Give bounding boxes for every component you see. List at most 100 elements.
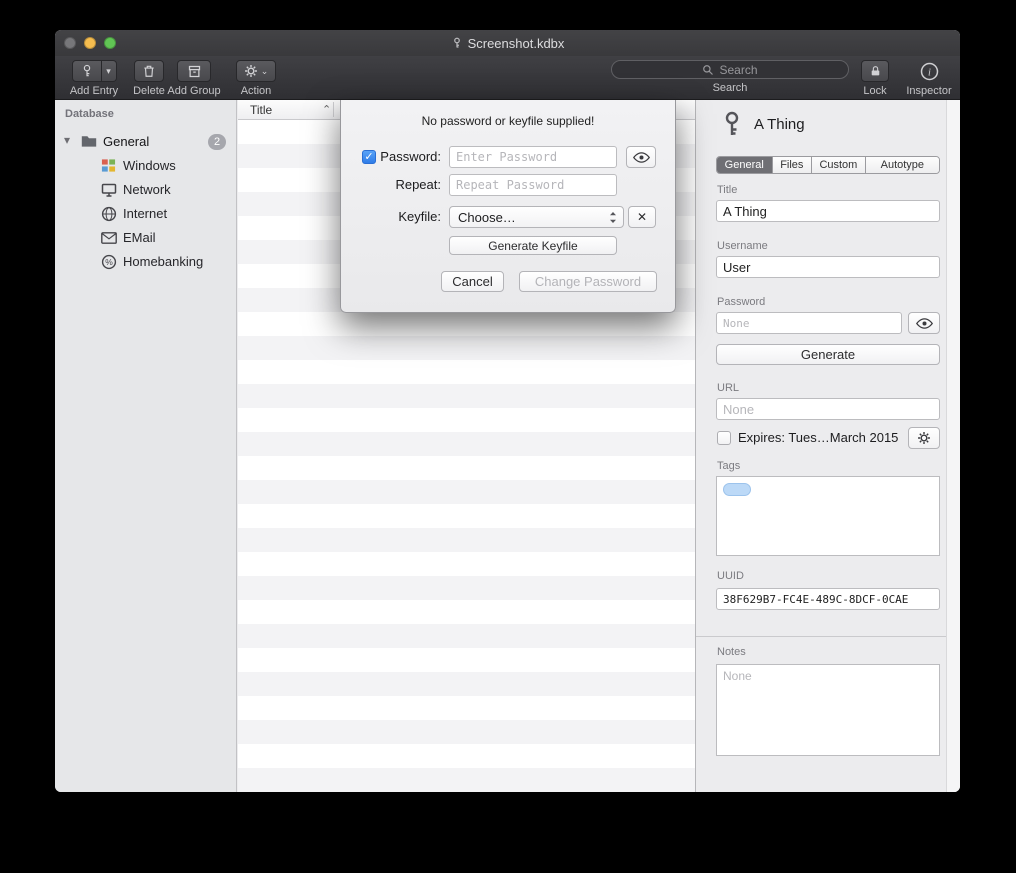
document-icon [451, 37, 463, 49]
add-group-group: Add Group [163, 60, 225, 97]
column-divider[interactable] [333, 102, 334, 117]
sidebar-item-windows[interactable]: Windows [55, 154, 236, 178]
disclosure-triangle-icon[interactable]: ▾ [64, 133, 70, 147]
group-label: Windows [123, 158, 176, 173]
cancel-button-label: Cancel [452, 274, 492, 289]
password-label: Password: [341, 146, 441, 168]
lock-button[interactable] [861, 60, 889, 82]
change-password-button-label: Change Password [535, 274, 641, 289]
search-input[interactable]: Search [611, 60, 849, 79]
delete-button[interactable] [134, 60, 164, 82]
inspector-label: Inspector [901, 85, 957, 97]
title-field[interactable] [716, 200, 940, 222]
column-header-title[interactable]: Title [250, 103, 272, 117]
title-field-label: Title [717, 184, 737, 196]
desktop-background: Screenshot.kdbx ▾ Add Entry [0, 0, 1016, 873]
inspector-scrollbar[interactable] [946, 100, 960, 792]
expires-label: Expires: Tues…March 2015 [738, 430, 898, 445]
close-icon: ✕ [637, 210, 647, 224]
sidebar-item-email[interactable]: EMail [55, 226, 236, 250]
lock-label: Lock [853, 85, 897, 97]
eye-icon [916, 318, 933, 329]
sidebar-item-network[interactable]: Network [55, 178, 236, 202]
group-label: Homebanking [123, 254, 203, 269]
inspector-group: i Inspector [901, 60, 957, 97]
enter-password-field[interactable] [449, 146, 617, 168]
generate-keyfile-button[interactable]: Generate Keyfile [449, 236, 617, 255]
search-placeholder: Search [719, 63, 757, 77]
password-field[interactable] [716, 312, 902, 334]
section-divider [696, 636, 946, 637]
action-group: ⌄ Action [231, 60, 281, 97]
add-entry-dropdown-button[interactable]: ▾ [102, 60, 117, 82]
gear-icon [244, 64, 258, 78]
search-label: Search [611, 82, 849, 94]
show-password-button[interactable] [626, 146, 656, 168]
svg-text:%: % [105, 257, 113, 267]
action-label: Action [231, 85, 281, 97]
zoom-button[interactable] [104, 37, 116, 49]
title-bar[interactable]: Screenshot.kdbx [55, 30, 960, 56]
change-password-sheet: No password or keyfile supplied! ✓ Passw… [340, 100, 676, 313]
tab-files[interactable]: Files [773, 157, 813, 173]
group-label: Internet [123, 206, 167, 221]
keyfile-label: Keyfile: [341, 206, 441, 228]
expires-settings-button[interactable] [908, 427, 940, 449]
entry-title: A Thing [754, 116, 805, 133]
close-button[interactable] [64, 37, 76, 49]
key-icon [80, 64, 94, 78]
change-password-button[interactable]: Change Password [519, 271, 657, 292]
notes-field[interactable] [716, 664, 940, 756]
windows-icon [101, 158, 117, 174]
tab-autotype[interactable]: Autotype [866, 157, 939, 173]
cancel-button[interactable]: Cancel [441, 271, 504, 292]
monitor-icon [101, 182, 117, 198]
toolbar: ▾ Add Entry Delete [55, 56, 960, 100]
sort-ascending-icon: ⌃ [322, 103, 331, 116]
add-group-label: Add Group [163, 85, 225, 97]
keyfile-popup-value: Choose… [458, 210, 516, 225]
lock-icon [869, 64, 882, 78]
lock-group: Lock [853, 60, 897, 97]
info-icon[interactable]: i [920, 62, 939, 81]
sidebar-item-general[interactable]: ▾ General 2 [55, 130, 236, 154]
uuid-field[interactable] [716, 588, 940, 610]
generate-keyfile-label: Generate Keyfile [488, 239, 577, 253]
search-group: Search Search [611, 60, 849, 94]
group-label: Network [123, 182, 171, 197]
envelope-icon [101, 232, 117, 248]
show-password-button[interactable] [908, 312, 940, 334]
action-button[interactable]: ⌄ [236, 60, 276, 82]
username-field[interactable] [716, 256, 940, 278]
add-entry-button[interactable] [72, 60, 102, 82]
repeat-password-field[interactable] [449, 174, 617, 196]
globe-icon [101, 206, 117, 222]
chevron-down-icon: ▾ [106, 66, 111, 77]
sidebar-item-internet[interactable]: Internet [55, 202, 236, 226]
inspector-panel: A Thing General Files Custom Autotype Ti… [695, 100, 960, 792]
sidebar-item-homebanking[interactable]: % Homebanking [55, 250, 236, 274]
minimize-button[interactable] [84, 37, 96, 49]
tags-field[interactable] [716, 476, 940, 556]
sidebar: Database ▾ General 2 Windows Networ [55, 100, 237, 792]
keyfile-popup[interactable]: Choose… [449, 206, 624, 228]
expires-checkbox[interactable] [717, 431, 731, 445]
clear-keyfile-button[interactable]: ✕ [628, 206, 656, 228]
group-label: EMail [123, 230, 156, 245]
svg-text:i: i [928, 67, 931, 78]
entry-count-badge: 2 [208, 134, 226, 150]
repeat-label: Repeat: [341, 174, 441, 196]
tag-chip[interactable] [723, 483, 751, 496]
app-window: Screenshot.kdbx ▾ Add Entry [55, 30, 960, 792]
inspector-tabs: General Files Custom Autotype [716, 156, 940, 174]
notes-label: Notes [717, 646, 746, 658]
folder-icon [81, 134, 97, 150]
tab-custom[interactable]: Custom [812, 157, 866, 173]
popup-chevrons-icon [609, 211, 617, 224]
window-title: Screenshot.kdbx [468, 36, 565, 51]
generate-button-label: Generate [801, 347, 855, 362]
url-field[interactable] [716, 398, 940, 420]
add-group-button[interactable] [177, 60, 211, 82]
tab-general[interactable]: General [717, 157, 773, 173]
generate-password-button[interactable]: Generate [716, 344, 940, 365]
